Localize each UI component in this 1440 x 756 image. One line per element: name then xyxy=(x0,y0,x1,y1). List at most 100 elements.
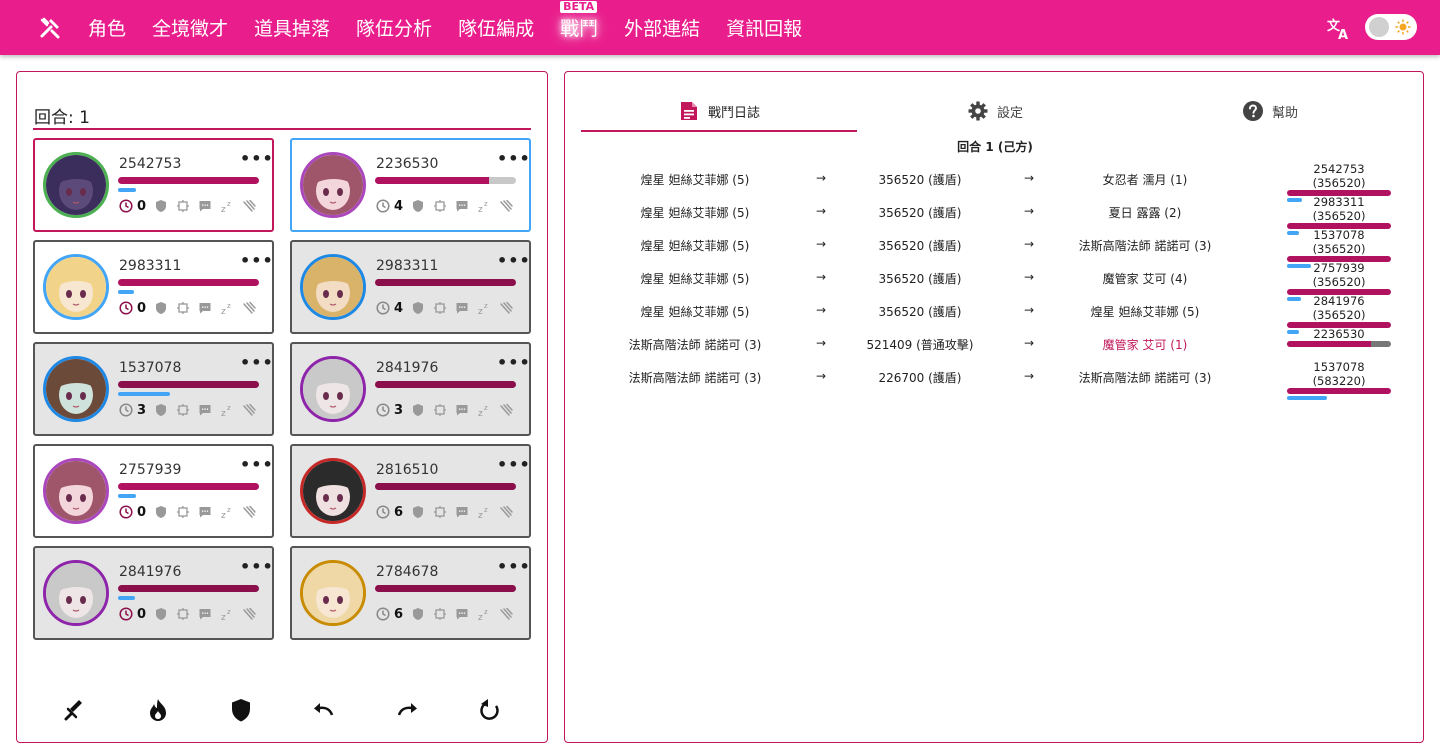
character-card[interactable]: 2784678 ••• 6 zz xyxy=(290,546,531,640)
more-menu-icon[interactable]: ••• xyxy=(240,455,274,474)
more-menu-icon[interactable]: ••• xyxy=(497,353,531,372)
chat-icon xyxy=(456,201,468,212)
active-tab-indicator xyxy=(581,130,857,132)
avatar xyxy=(300,458,366,524)
hp-bar xyxy=(118,585,259,592)
character-portrait xyxy=(46,563,106,623)
avatar xyxy=(300,152,366,218)
character-card[interactable]: 2841976 ••• 3 zz xyxy=(290,342,531,436)
status-icons: 3 zz xyxy=(119,402,264,418)
shield-status-icon xyxy=(413,608,424,620)
log-action: 356520 (護盾) xyxy=(878,239,962,253)
status-icons: 0 zz xyxy=(119,504,264,520)
theme-toggle[interactable] xyxy=(1365,14,1417,40)
svg-text:z: z xyxy=(484,200,488,208)
tab-battle-log[interactable]: 戰鬥日誌 xyxy=(581,90,857,132)
chat-icon xyxy=(456,609,468,620)
more-menu-icon[interactable]: ••• xyxy=(240,251,274,270)
hp-summary-label: 2757939 (356520) xyxy=(1312,261,1366,289)
nav-item-recruit[interactable]: 全境徵才 xyxy=(152,14,228,41)
avatar xyxy=(300,254,366,320)
scratch-icon xyxy=(500,607,513,620)
redo-icon[interactable] xyxy=(393,696,421,724)
svg-text:z: z xyxy=(484,608,488,616)
undo-icon[interactable] xyxy=(310,696,338,724)
shield-icon[interactable] xyxy=(227,696,255,724)
character-card[interactable]: 1537078 ••• 3 zz xyxy=(33,342,274,436)
more-menu-icon[interactable]: ••• xyxy=(497,557,531,576)
target-icon xyxy=(434,404,447,416)
sleep-icon: zz xyxy=(221,608,231,621)
translate-icon[interactable]: 文 A xyxy=(1326,15,1352,41)
more-menu-icon[interactable]: ••• xyxy=(497,455,531,474)
character-card[interactable]: 2816510 ••• 6 zz xyxy=(290,444,531,538)
target-icon xyxy=(177,302,190,314)
hp-summary-label: 2542753 (356520) xyxy=(1312,162,1366,190)
more-menu-icon[interactable]: ••• xyxy=(240,557,274,576)
scratch-icon xyxy=(243,403,256,416)
nav-item-item-drops[interactable]: 道具掉落 xyxy=(254,14,330,41)
status-icons: 4 zz xyxy=(376,198,521,214)
hp-value: 2757939 xyxy=(119,462,182,478)
character-card[interactable]: 2983311 ••• 4 zz xyxy=(290,240,531,334)
log-source: 法斯高階法師 諾諾可 (3) xyxy=(628,338,762,352)
tab-help[interactable]: 幫助 xyxy=(1133,90,1407,132)
hp-bar xyxy=(118,483,259,490)
more-menu-icon[interactable]: ••• xyxy=(240,149,274,168)
character-card[interactable]: 2542753 ••• 0 zz xyxy=(33,138,274,232)
sleep-icon: zz xyxy=(478,404,488,417)
arrow: → xyxy=(815,303,827,317)
character-card[interactable]: 2757939 ••• 0 zz xyxy=(33,444,274,538)
log-action: 521409 (普通攻擊) xyxy=(866,338,974,352)
hp-value: 2784678 xyxy=(376,564,439,580)
nav-item-team-builder[interactable]: 隊伍編成 xyxy=(458,14,534,41)
arrow: → xyxy=(1023,237,1035,251)
log-target: 法斯高階法師 諾諾可 (3) xyxy=(1078,239,1212,253)
tab-settings[interactable]: 設定 xyxy=(857,90,1133,132)
hp-value: 2542753 xyxy=(119,156,182,172)
character-card[interactable]: 2841976 ••• 0 zz xyxy=(33,546,274,640)
hp-bar xyxy=(118,279,259,286)
clock-icon xyxy=(119,301,133,315)
reset-icon[interactable] xyxy=(476,696,504,724)
arrow: → xyxy=(815,369,827,383)
sleep-icon: zz xyxy=(221,506,231,519)
nav-item-feedback[interactable]: 資訊回報 xyxy=(726,14,802,41)
svg-text:z: z xyxy=(478,205,483,213)
nav-item-team-analysis[interactable]: 隊伍分析 xyxy=(356,14,432,41)
character-card[interactable]: 2983311 ••• 0 zz xyxy=(33,240,274,334)
sword-icon[interactable] xyxy=(61,696,89,724)
log-source: 法斯高階法師 諾諾可 (3) xyxy=(628,371,762,385)
hp-summary-label: 1537078 (583220) xyxy=(1312,360,1366,388)
arrow: → xyxy=(815,336,827,350)
clock-icon xyxy=(376,505,390,519)
sleep-icon: zz xyxy=(221,404,231,417)
sleep-icon: zz xyxy=(478,200,488,213)
svg-text:z: z xyxy=(221,205,226,213)
nav-item-external-links[interactable]: 外部連結 xyxy=(624,14,700,41)
arrow: → xyxy=(1023,204,1035,218)
svg-text:z: z xyxy=(478,307,483,315)
clock-icon xyxy=(119,403,133,417)
character-portrait xyxy=(303,461,363,521)
more-menu-icon[interactable]: ••• xyxy=(240,353,274,372)
character-portrait xyxy=(46,155,106,215)
shield-status-icon xyxy=(413,404,424,416)
nav-item-characters[interactable]: 角色 xyxy=(88,14,126,41)
fire-icon[interactable] xyxy=(144,696,172,724)
chat-icon xyxy=(456,405,468,416)
beta-badge: BETA xyxy=(560,1,598,13)
more-menu-icon[interactable]: ••• xyxy=(497,251,531,270)
log-round-header: 回合 1 (己方) xyxy=(957,140,1033,154)
shield-status-icon xyxy=(413,200,424,212)
status-icons: 0 zz xyxy=(119,300,264,316)
character-card[interactable]: 2236530 ••• 4 zz xyxy=(290,138,531,232)
log-action: 226700 (護盾) xyxy=(878,371,962,385)
cooldown-count: 3 xyxy=(394,402,404,418)
tools-icon[interactable] xyxy=(38,16,62,40)
more-menu-icon[interactable]: ••• xyxy=(497,149,531,168)
nav-item-battle[interactable]: BETA 戰鬥 xyxy=(560,1,598,41)
shield-status-icon xyxy=(156,200,167,212)
avatar xyxy=(43,356,109,422)
svg-text:z: z xyxy=(227,200,231,208)
